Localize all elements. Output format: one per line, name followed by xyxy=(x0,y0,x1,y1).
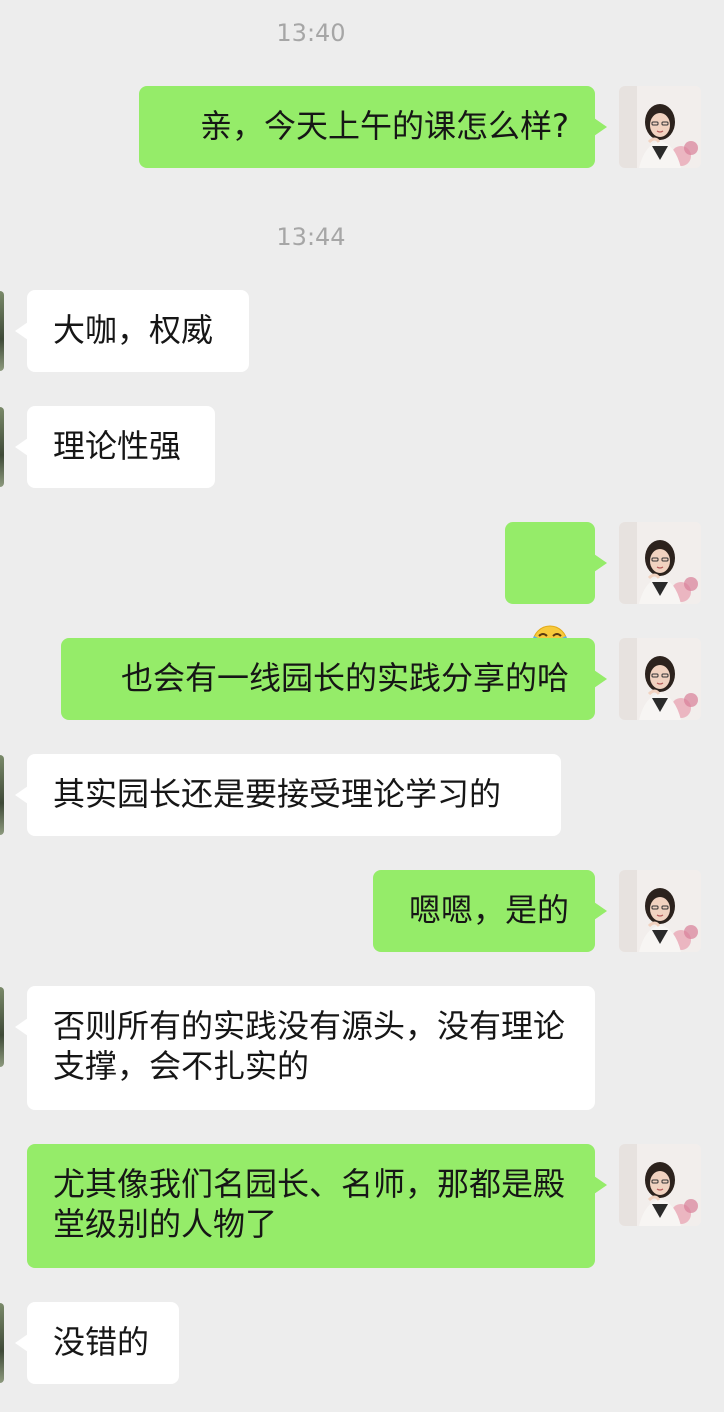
message-bubble-incoming[interactable]: 没错的 xyxy=(15,1302,179,1384)
user-avatar[interactable] xyxy=(619,522,701,604)
contact-avatar[interactable] xyxy=(0,407,4,487)
message-bubble-incoming[interactable]: 否则所有的实践没有源头，没有理论支撑，会不扎实的 xyxy=(15,986,595,1110)
user-avatar[interactable] xyxy=(619,638,701,720)
message-bubble-outgoing[interactable]: 也会有一线园长的实践分享的哈 xyxy=(61,638,607,720)
portrait-image xyxy=(619,86,701,168)
contact-avatar[interactable] xyxy=(0,291,4,371)
contact-avatar[interactable] xyxy=(0,987,4,1067)
timestamp: 13:40 xyxy=(276,19,346,47)
user-avatar[interactable] xyxy=(619,1144,701,1226)
message-bubble-outgoing[interactable]: 尤其像我们名园长、名师，那都是殿堂级别的人物了 xyxy=(27,1144,607,1268)
portrait-image xyxy=(619,1144,701,1226)
contact-avatar[interactable] xyxy=(0,755,4,835)
message-bubble-incoming[interactable]: 理论性强 xyxy=(15,406,215,488)
contact-avatar[interactable] xyxy=(0,1303,4,1383)
timestamp: 13:44 xyxy=(276,223,346,251)
message-bubble-incoming[interactable]: 其实园长还是要接受理论学习的 xyxy=(15,754,561,836)
user-avatar[interactable] xyxy=(619,870,701,952)
portrait-image xyxy=(619,870,701,952)
user-avatar[interactable] xyxy=(619,86,701,168)
message-bubble-incoming[interactable]: 大咖，权威 xyxy=(15,290,249,372)
portrait-image xyxy=(619,522,701,604)
message-bubble-outgoing[interactable]: 嗯嗯，是的 xyxy=(373,870,607,952)
message-bubble-outgoing[interactable] xyxy=(505,522,607,661)
portrait-image xyxy=(619,638,701,720)
message-bubble-outgoing[interactable]: 亲，今天上午的课怎么样? xyxy=(139,86,607,168)
chat-view[interactable]: 13:40 亲，今天上午的课怎么样? 13:44 大咖，权威 理论性强 也会有一… xyxy=(0,0,724,1412)
